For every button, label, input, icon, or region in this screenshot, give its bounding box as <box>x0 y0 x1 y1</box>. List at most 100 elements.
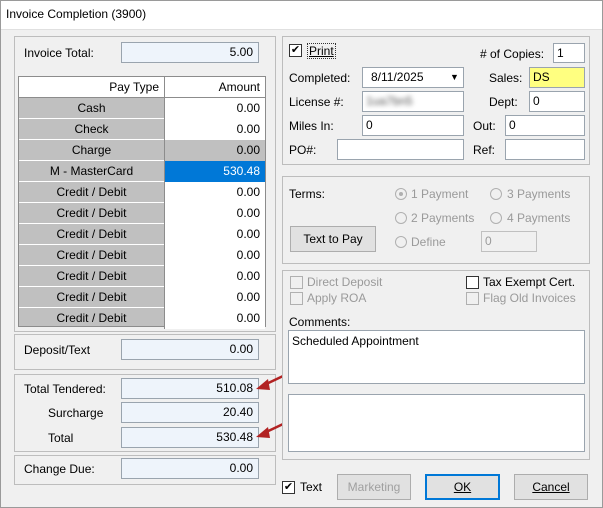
notes-textarea[interactable] <box>288 394 585 452</box>
radio-2-payments-label: 2 Payments <box>411 211 475 225</box>
total-label: Total <box>48 431 74 445</box>
tax-exempt-checkbox[interactable] <box>466 276 479 289</box>
radio-2-payments[interactable] <box>395 212 407 224</box>
pay-type-table: Pay Type Amount Cash 0.00 Check 0.00 Cha… <box>18 76 266 329</box>
terms-label: Terms: <box>289 187 325 201</box>
title-bar: Invoice Completion (3900) <box>0 0 603 30</box>
text-checkbox[interactable]: ✔ <box>282 481 295 494</box>
out-label: Out: <box>473 119 496 133</box>
copies-field[interactable]: 1 <box>553 43 585 63</box>
radio-1-payment[interactable] <box>395 188 407 200</box>
copies-label: # of Copies: <box>480 47 545 61</box>
table-row[interactable]: Check 0.00 <box>19 119 265 140</box>
invoice-total-field[interactable]: 5.00 <box>121 42 259 63</box>
pay-type-cell: Credit / Debit <box>56 227 127 241</box>
direct-deposit-label: Direct Deposit <box>307 275 383 289</box>
pay-type-cell: Check <box>74 122 109 136</box>
flag-old-invoices-label: Flag Old Invoices <box>483 291 576 305</box>
radio-3-payments-label: 3 Payments <box>507 187 571 201</box>
amount-cell[interactable]: 0.00 <box>164 182 265 203</box>
amount-cell[interactable]: 0.00 <box>164 308 265 329</box>
amount-cell[interactable]: 0.00 <box>164 287 265 308</box>
amount-cell[interactable]: 0.00 <box>164 98 265 119</box>
completed-label: Completed: <box>289 71 351 85</box>
amount-cell[interactable]: 0.00 <box>164 224 265 245</box>
completed-date-picker[interactable]: 8/11/2025 ▼ <box>362 67 464 88</box>
print-label: Print <box>307 43 336 59</box>
table-row[interactable]: Credit / Debit 0.00 <box>19 308 265 329</box>
ref-field[interactable] <box>505 139 585 160</box>
pay-type-cell: Credit / Debit <box>56 248 127 262</box>
define-field: 0 <box>481 231 537 252</box>
sales-field[interactable]: DS <box>529 67 585 88</box>
radio-4-payments[interactable] <box>490 212 502 224</box>
radio-3-payments[interactable] <box>490 188 502 200</box>
change-due-field: 0.00 <box>121 458 259 479</box>
table-row[interactable]: Credit / Debit 0.00 <box>19 224 265 245</box>
total-field: 530.48 <box>121 427 259 448</box>
table-row[interactable]: Credit / Debit 0.00 <box>19 245 265 266</box>
surcharge-field: 20.40 <box>121 402 259 423</box>
license-label: License #: <box>289 95 344 109</box>
flag-old-invoices-checkbox <box>466 292 479 305</box>
table-row[interactable]: Cash 0.00 <box>19 98 265 119</box>
amount-cell[interactable]: 0.00 <box>164 203 265 224</box>
po-field[interactable] <box>337 139 464 160</box>
change-due-label: Change Due: <box>24 462 95 476</box>
license-field[interactable]: 1ua7bn5 <box>362 91 464 112</box>
total-tendered-label: Total Tendered: <box>24 382 106 396</box>
pay-type-cell: Credit / Debit <box>56 311 127 325</box>
print-checkbox[interactable]: ✔ <box>289 44 302 57</box>
amount-cell-selected[interactable]: 530.48 <box>164 161 265 182</box>
pay-type-cell: Credit / Debit <box>56 269 127 283</box>
dept-field[interactable]: 0 <box>529 91 585 112</box>
ref-label: Ref: <box>473 143 496 157</box>
apply-roa-checkbox <box>290 292 303 305</box>
pay-type-cell: Credit / Debit <box>56 185 127 199</box>
amount-cell[interactable]: 0.00 <box>164 140 265 161</box>
table-row[interactable]: Credit / Debit 0.00 <box>19 203 265 224</box>
pay-type-cell: Cash <box>77 101 106 115</box>
table-row[interactable]: Credit / Debit 0.00 <box>19 266 265 287</box>
tax-exempt-label: Tax Exempt Cert. <box>483 275 576 289</box>
radio-define[interactable] <box>395 236 407 248</box>
completed-date-value: 8/11/2025 <box>371 70 424 84</box>
window-title: Invoice Completion (3900) <box>6 7 147 21</box>
comments-label: Comments: <box>289 315 351 329</box>
po-label: PO#: <box>289 143 317 157</box>
table-row[interactable]: Credit / Debit 0.00 <box>19 182 265 203</box>
table-row[interactable]: M - MasterCard 530.48 <box>19 161 265 182</box>
miles-in-field[interactable]: 0 <box>362 115 464 136</box>
pay-type-cell: Charge <box>71 143 112 157</box>
radio-1-payment-label: 1 Payment <box>411 187 469 201</box>
miles-in-label: Miles In: <box>289 119 334 133</box>
sales-label: Sales: <box>489 71 523 85</box>
ok-button[interactable]: OK <box>425 474 500 500</box>
amount-cell[interactable]: 0.00 <box>164 245 265 266</box>
text-to-pay-button[interactable]: Text to Pay <box>290 226 376 252</box>
comments-text: Scheduled Appointment <box>292 334 419 348</box>
deposit-label: Deposit/Text <box>24 343 91 357</box>
out-field[interactable]: 0 <box>505 115 585 136</box>
chevron-down-icon[interactable]: ▼ <box>447 69 462 86</box>
cancel-button[interactable]: Cancel <box>514 474 588 500</box>
apply-roa-label: Apply ROA <box>307 291 367 305</box>
amount-cell[interactable]: 0.00 <box>164 266 265 287</box>
arrowhead-icon <box>256 379 270 390</box>
direct-deposit-checkbox <box>290 276 303 289</box>
radio-define-label: Define <box>411 235 446 249</box>
radio-4-payments-label: 4 Payments <box>507 211 571 225</box>
comments-textarea[interactable]: Scheduled Appointment <box>288 330 585 384</box>
pay-type-cell: Credit / Debit <box>56 206 127 220</box>
surcharge-label: Surcharge <box>48 406 104 420</box>
arrowhead-icon <box>256 427 270 438</box>
pay-type-header: Pay Type <box>19 77 164 98</box>
deposit-field[interactable]: 0.00 <box>121 339 259 360</box>
total-tendered-field: 510.08 <box>121 378 259 399</box>
amount-cell[interactable]: 0.00 <box>164 119 265 140</box>
marketing-button[interactable]: Marketing <box>337 474 411 500</box>
pay-type-cell: Credit / Debit <box>56 290 127 304</box>
text-checkbox-label: Text <box>300 480 323 494</box>
table-row[interactable]: Charge 0.00 <box>19 140 265 161</box>
table-row[interactable]: Credit / Debit 0.00 <box>19 287 265 308</box>
